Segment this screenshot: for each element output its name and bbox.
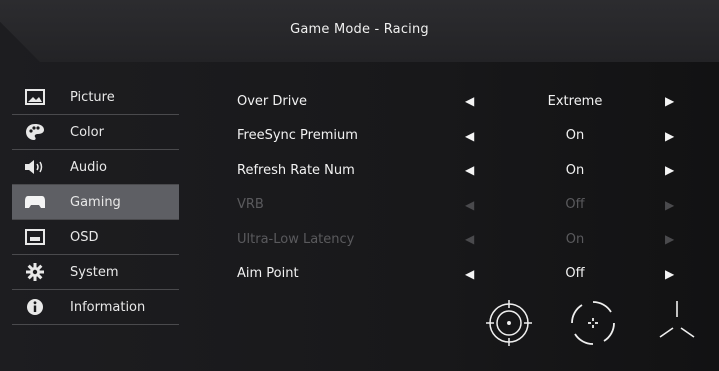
arrow-left-icon: ◀ bbox=[465, 232, 475, 247]
palette-icon bbox=[24, 121, 46, 143]
setting-value: Extreme bbox=[547, 93, 603, 109]
sidebar-item-osd[interactable]: OSD bbox=[12, 220, 179, 255]
gear-icon bbox=[24, 261, 46, 283]
setting-value: Off bbox=[565, 197, 585, 213]
arrow-right-icon[interactable]: ▶ bbox=[665, 129, 674, 143]
setting-value: Off bbox=[565, 266, 585, 282]
osd-window: Game Mode - Racing Picture Color Audio G… bbox=[0, 0, 719, 371]
sidebar-item-gaming[interactable]: Gaming bbox=[12, 185, 179, 220]
sidebar-item-information[interactable]: Information bbox=[12, 290, 179, 325]
sidebar-menu: Picture Color Audio Gaming OSD System In… bbox=[12, 80, 179, 325]
sidebar-item-label: Audio bbox=[70, 159, 107, 175]
setting-label: Aim Point bbox=[237, 266, 299, 282]
setting-row-refresh-rate-num[interactable]: Refresh Rate Num ◀ On ▶ bbox=[237, 153, 697, 188]
setting-label: Ultra-Low Latency bbox=[237, 231, 355, 247]
setting-row-ultra-low-latency: Ultra-Low Latency ◀ On ▶ bbox=[237, 222, 697, 257]
arrow-left-icon[interactable]: ◀ bbox=[465, 129, 474, 143]
aim-point-1-icon[interactable] bbox=[484, 295, 534, 351]
sidebar-item-color[interactable]: Color bbox=[12, 115, 179, 150]
sidebar-item-label: OSD bbox=[70, 229, 99, 245]
gamepad-icon bbox=[24, 191, 46, 213]
sidebar-item-audio[interactable]: Audio bbox=[12, 150, 179, 185]
setting-value: On bbox=[565, 128, 585, 144]
arrow-right-icon[interactable]: ▶ bbox=[665, 163, 674, 177]
aim-point-3-icon[interactable] bbox=[652, 295, 702, 351]
arrow-right-icon[interactable]: ▶ bbox=[665, 94, 674, 108]
picture-icon bbox=[24, 86, 46, 108]
setting-label: Refresh Rate Num bbox=[237, 162, 355, 178]
settings-list: Over Drive ◀ Extreme ▶ FreeSync Premium … bbox=[237, 84, 697, 291]
setting-row-vrb: VRB ◀ Off ▶ bbox=[237, 188, 697, 223]
arrow-left-icon: ◀ bbox=[465, 197, 475, 212]
setting-label: Over Drive bbox=[237, 93, 308, 109]
aim-point-2-icon[interactable] bbox=[568, 295, 618, 351]
sidebar-item-label: Gaming bbox=[70, 194, 121, 210]
arrow-right-icon: ▶ bbox=[665, 197, 675, 212]
osd-icon bbox=[24, 226, 46, 248]
sidebar-item-system[interactable]: System bbox=[12, 255, 179, 290]
arrow-left-icon[interactable]: ◀ bbox=[465, 267, 474, 281]
sidebar-item-label: Information bbox=[70, 299, 146, 315]
setting-label: FreeSync Premium bbox=[237, 128, 358, 144]
aim-point-options bbox=[484, 295, 702, 351]
sidebar-item-label: Picture bbox=[70, 89, 115, 105]
setting-row-freesync-premium[interactable]: FreeSync Premium ◀ On ▶ bbox=[237, 119, 697, 154]
arrow-left-icon[interactable]: ◀ bbox=[465, 163, 474, 177]
page-title: Game Mode - Racing bbox=[290, 22, 429, 37]
arrow-left-icon[interactable]: ◀ bbox=[465, 94, 474, 108]
info-icon bbox=[24, 296, 46, 318]
setting-label: VRB bbox=[237, 197, 264, 213]
arrow-right-icon[interactable]: ▶ bbox=[665, 267, 674, 281]
sidebar-item-label: System bbox=[70, 264, 119, 280]
setting-value: On bbox=[565, 162, 585, 178]
speaker-icon bbox=[24, 156, 46, 178]
arrow-right-icon: ▶ bbox=[665, 232, 675, 247]
sidebar-item-picture[interactable]: Picture bbox=[12, 80, 179, 115]
setting-row-aim-point[interactable]: Aim Point ◀ Off ▶ bbox=[237, 257, 697, 292]
setting-row-over-drive[interactable]: Over Drive ◀ Extreme ▶ bbox=[237, 84, 697, 119]
sidebar-item-label: Color bbox=[70, 124, 104, 140]
setting-value: On bbox=[565, 231, 585, 247]
